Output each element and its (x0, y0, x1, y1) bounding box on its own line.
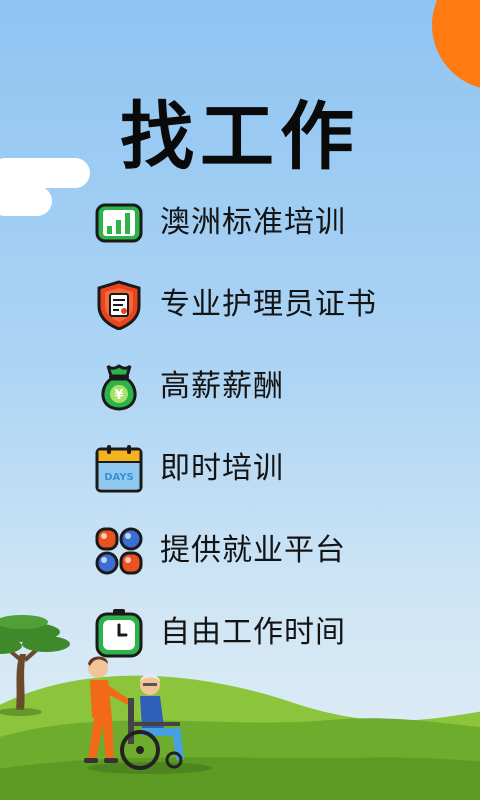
money-bag-icon: ¥ (101, 364, 137, 411)
wheelchair-figure (120, 674, 184, 770)
splash-screen: 找工作 澳洲标准培训 专业护理员证书 ¥ 高薪薪酬 DAYS 即时培训 提供就业… (0, 0, 480, 800)
feature-item-job-platform: 提供就业平台 (94, 526, 454, 576)
feature-label: 澳洲标准培训 (160, 205, 346, 240)
feature-item-instant-training: DAYS 即时培训 (94, 444, 454, 494)
grid-dots-icon (95, 527, 143, 575)
feature-item-training: 澳洲标准培训 (94, 198, 454, 248)
chart-icon (95, 203, 143, 243)
tree-illustration (0, 615, 70, 716)
certificate-shield-icon (97, 280, 141, 330)
page-title: 找工作 (120, 94, 360, 180)
feature-item-salary: ¥ 高薪薪酬 (94, 362, 454, 412)
caregiver-scene (0, 615, 212, 774)
feature-label: 专业护理员证书 (160, 287, 377, 322)
calendar-days-text: DAYS (104, 472, 134, 483)
feature-label: 即时培训 (160, 451, 284, 486)
svg-text:¥: ¥ (114, 388, 123, 403)
feature-label: 高薪薪酬 (160, 369, 284, 404)
calendar-days-icon: DAYS (95, 445, 143, 493)
feature-item-certificate: 专业护理员证书 (94, 280, 454, 330)
feature-label: 提供就业平台 (160, 533, 346, 568)
sun-decoration (432, 0, 480, 90)
